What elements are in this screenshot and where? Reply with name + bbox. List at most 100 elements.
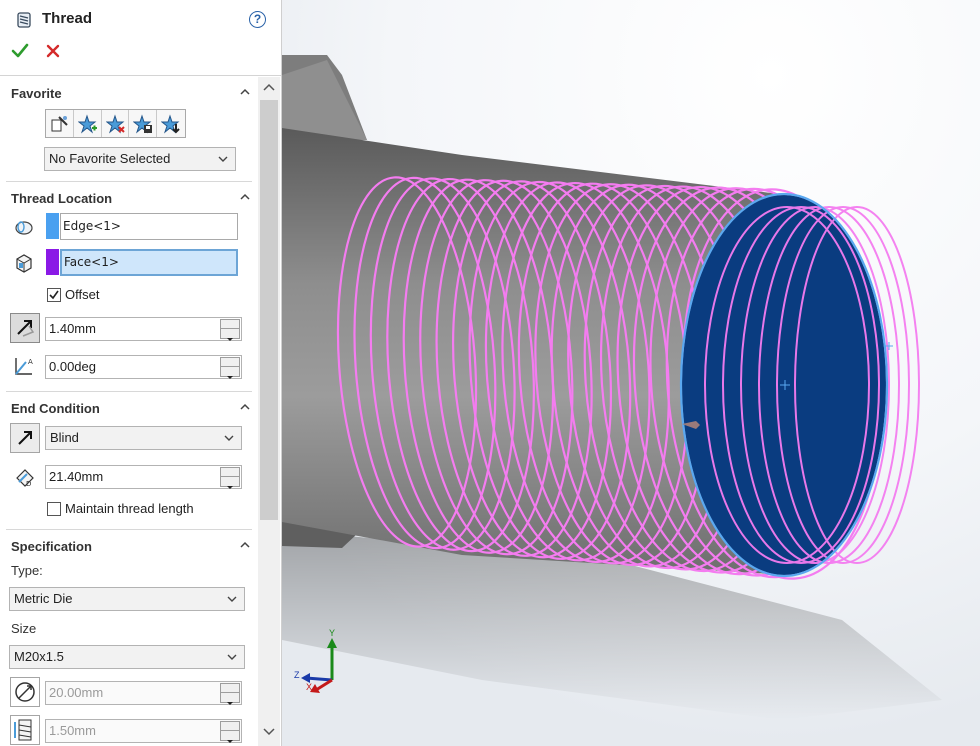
cancel-x-icon[interactable]	[44, 42, 62, 60]
panel-title: Thread	[42, 10, 93, 27]
end-condition-section-title[interactable]: End Condition	[11, 401, 100, 416]
apply-defaults-button[interactable]	[46, 110, 74, 137]
chevron-down-icon	[227, 596, 237, 602]
size-label: Size	[11, 621, 37, 636]
collapse-chevron-icon[interactable]	[240, 541, 250, 548]
face-selection-icon	[16, 254, 32, 273]
add-favorite-icon	[77, 114, 97, 134]
load-favorite-button[interactable]	[157, 110, 185, 137]
property-manager-panel: Thread ? Favorite No Favorite Selected T…	[0, 0, 282, 746]
scroll-up-icon[interactable]	[263, 83, 275, 91]
spin-down-button[interactable]	[220, 731, 240, 743]
thread-type-value: Metric Die	[14, 591, 73, 606]
diameter-icon	[15, 682, 35, 702]
scroll-down-icon[interactable]	[263, 728, 275, 736]
favorite-section-title[interactable]: Favorite	[11, 86, 62, 101]
spin-down-icon	[227, 338, 233, 341]
end-condition-value: Blind	[50, 430, 79, 445]
thread-size-value: M20x1.5	[14, 649, 64, 664]
spin-down-button[interactable]	[220, 693, 240, 705]
section-divider	[6, 181, 252, 182]
maintain-thread-length-label: Maintain thread length	[65, 501, 194, 516]
triad-z-label: Z	[294, 670, 300, 680]
face-color-swatch	[46, 249, 59, 275]
favorite-select-value: No Favorite Selected	[49, 151, 171, 166]
spin-down-button[interactable]	[220, 477, 240, 489]
offset-distance-value: 1.40mm	[49, 321, 96, 336]
end-condition-select[interactable]: Blind	[45, 426, 242, 450]
panel-scrollbar[interactable]	[258, 77, 280, 746]
favorite-toolbar	[45, 109, 186, 138]
pitch-override-button[interactable]	[10, 715, 40, 745]
section-divider	[6, 529, 252, 530]
diameter-override-button[interactable]	[10, 677, 40, 707]
chevron-down-icon	[218, 156, 228, 162]
spin-down-button[interactable]	[220, 329, 240, 341]
reverse-direction-icon	[17, 320, 35, 337]
panel-header: Thread ?	[0, 0, 281, 76]
add-favorite-button[interactable]	[74, 110, 102, 137]
collapse-chevron-icon[interactable]	[240, 403, 250, 410]
face-selection-box[interactable]: Face<1>	[60, 249, 238, 276]
favorite-select[interactable]: No Favorite Selected	[44, 147, 236, 171]
delete-favorite-icon	[105, 114, 125, 134]
checkmark-icon	[49, 290, 59, 300]
chevron-down-icon	[227, 654, 237, 660]
triad-y-label: Y	[329, 628, 335, 638]
apply-defaults-icon	[51, 116, 68, 132]
pitch-icon	[14, 719, 32, 741]
graphics-viewport[interactable]: Y Z X	[282, 0, 980, 746]
depth-icon: D	[16, 469, 34, 488]
spin-up-button[interactable]	[220, 683, 240, 697]
collapse-chevron-icon[interactable]	[240, 193, 250, 200]
start-angle-value: 0.00deg	[49, 359, 96, 374]
pitch-value: 1.50mm	[49, 723, 96, 738]
type-label: Type:	[11, 563, 43, 578]
thread-location-section-title[interactable]: Thread Location	[11, 191, 112, 206]
offset-checkbox[interactable]	[47, 288, 61, 302]
section-divider	[6, 391, 252, 392]
spin-down-button[interactable]	[220, 367, 240, 379]
spinner[interactable]	[220, 357, 240, 379]
chevron-down-icon	[224, 435, 234, 441]
spin-down-icon	[227, 376, 233, 379]
offset-distance-input[interactable]: 1.40mm	[45, 317, 242, 341]
specification-section-title[interactable]: Specification	[11, 539, 92, 554]
spin-up-button[interactable]	[220, 357, 240, 371]
thread-type-select[interactable]: Metric Die	[9, 587, 245, 611]
depth-input[interactable]: 21.40mm	[45, 465, 242, 489]
diameter-input[interactable]: 20.00mm	[45, 681, 242, 705]
help-button[interactable]: ?	[249, 11, 266, 28]
delete-favorite-button[interactable]	[102, 110, 130, 137]
triad-x-label: X	[306, 682, 312, 692]
collapse-chevron-icon[interactable]	[240, 88, 250, 95]
diameter-value: 20.00mm	[49, 685, 104, 700]
spin-down-icon	[227, 702, 233, 705]
save-favorite-icon	[133, 114, 153, 134]
scrollbar-thumb[interactable]	[260, 100, 278, 520]
maintain-thread-length-checkbox[interactable]	[47, 502, 61, 516]
spinner[interactable]	[220, 319, 240, 341]
spin-up-button[interactable]	[220, 319, 240, 333]
thread-feature-icon	[17, 12, 31, 28]
spinner[interactable]	[220, 467, 240, 489]
depth-value: 21.40mm	[49, 469, 104, 484]
svg-text:D: D	[26, 480, 31, 488]
spin-up-button[interactable]	[220, 721, 240, 735]
edge-selection-box[interactable]: Edge<1>	[60, 213, 238, 240]
load-favorite-icon	[161, 114, 180, 134]
thread-size-select[interactable]: M20x1.5	[9, 645, 245, 669]
reverse-direction-button[interactable]	[10, 313, 40, 343]
end-direction-button[interactable]	[10, 423, 40, 453]
start-angle-input[interactable]: 0.00deg	[45, 355, 242, 379]
spin-down-icon	[227, 486, 233, 489]
spinner[interactable]	[220, 683, 240, 705]
pitch-input[interactable]: 1.50mm	[45, 719, 242, 743]
spin-up-button[interactable]	[220, 467, 240, 481]
save-favorite-button[interactable]	[129, 110, 158, 137]
offset-label: Offset	[65, 287, 100, 302]
ok-check-icon[interactable]	[11, 42, 29, 60]
start-angle-icon: A	[15, 358, 33, 375]
model-render[interactable]: Y Z X	[282, 0, 980, 746]
spinner[interactable]	[220, 721, 240, 743]
